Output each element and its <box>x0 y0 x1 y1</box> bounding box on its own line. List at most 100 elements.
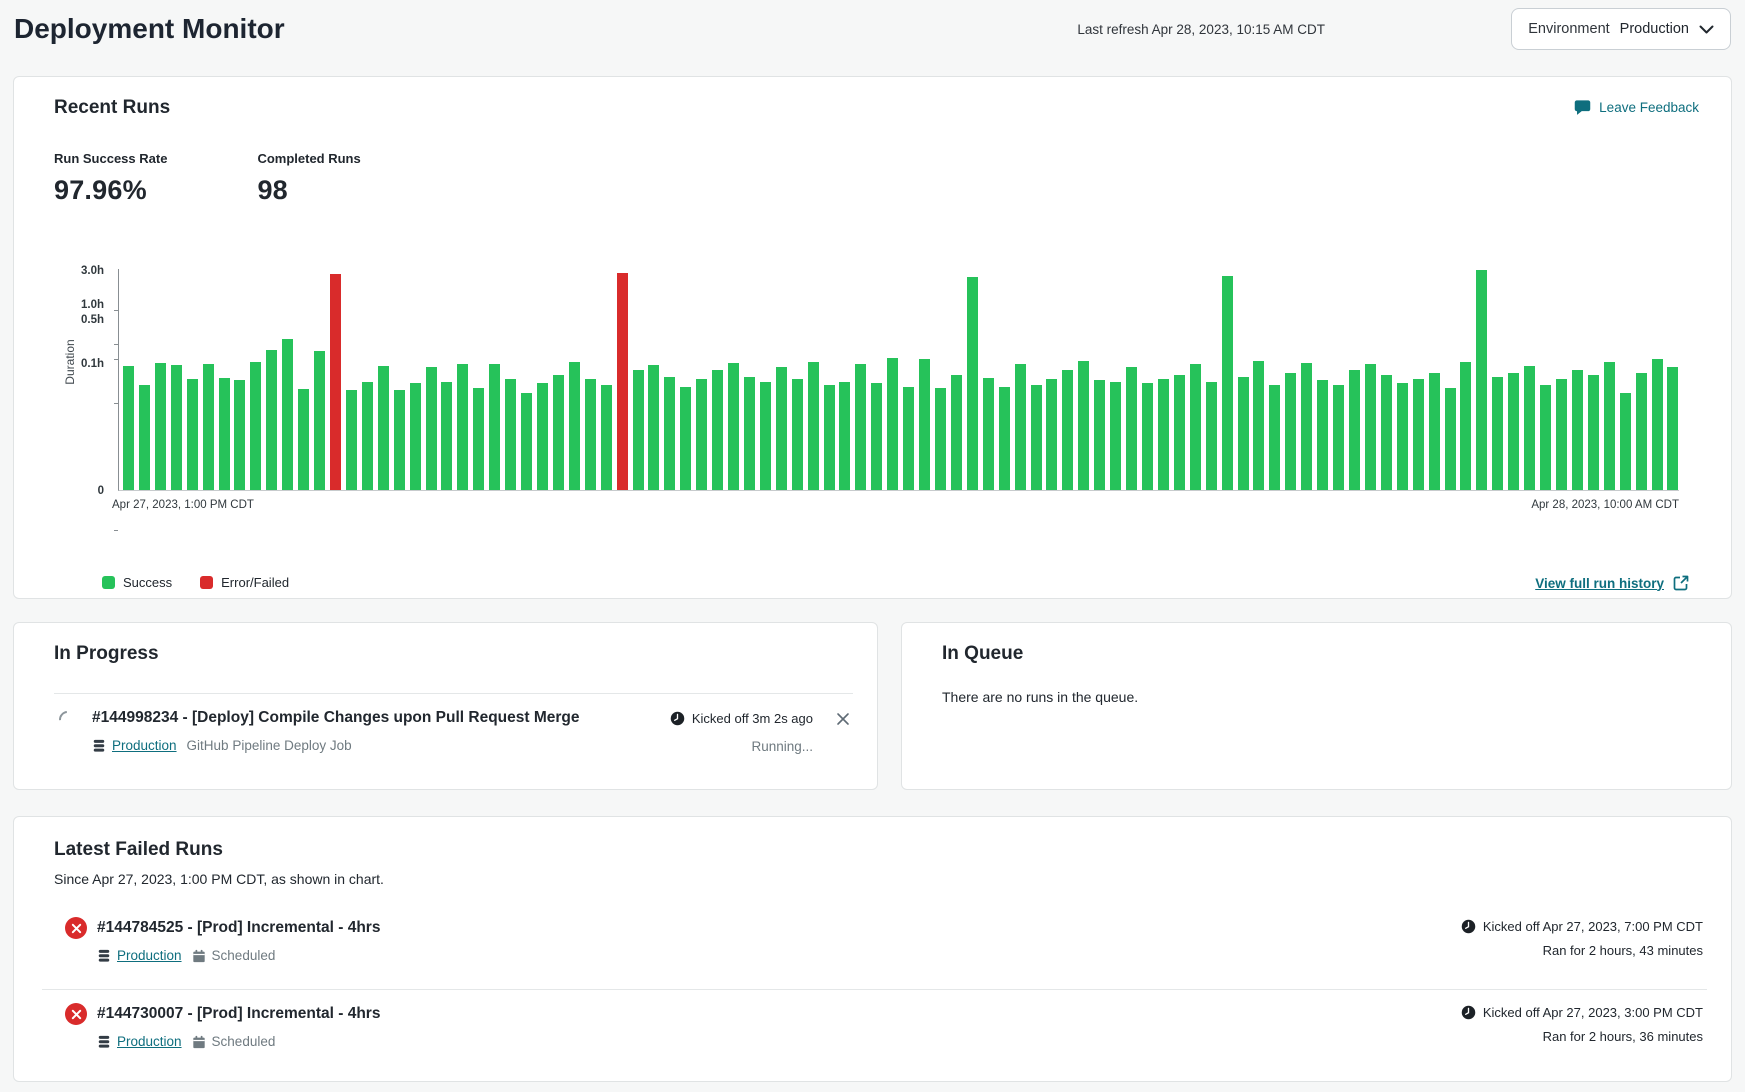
environment-value: Production <box>1620 21 1689 37</box>
chart-bar <box>1142 383 1153 490</box>
chart-bar <box>266 350 277 490</box>
failed-status-icon <box>65 917 87 939</box>
chart-bar <box>903 387 914 490</box>
chart-bar <box>855 364 866 490</box>
stat-success-rate: Run Success Rate 97.96% <box>54 151 167 206</box>
environment-link[interactable]: Production <box>92 738 177 753</box>
clock-icon <box>1461 1005 1476 1020</box>
chart-bar <box>1078 361 1089 490</box>
divider <box>42 989 1707 990</box>
chart-bar <box>951 375 962 490</box>
chart-bar <box>1015 364 1026 490</box>
chart-bar <box>1222 276 1233 490</box>
chart-bar <box>919 359 930 490</box>
chart-bar <box>426 367 437 490</box>
failed-run-times: Kicked off Apr 27, 2023, 3:00 PM CDT Ran… <box>1461 1005 1703 1044</box>
chart-bar <box>1317 380 1328 490</box>
chevron-down-icon <box>1699 25 1714 34</box>
calendar-icon <box>192 949 206 963</box>
trigger-label: Scheduled <box>212 1034 276 1049</box>
chart-bar <box>1667 367 1678 490</box>
chart-bar <box>664 377 675 490</box>
run-meta: Production GitHub Pipeline Deploy Job <box>92 738 580 753</box>
chart-bar <box>824 385 835 490</box>
chart-bar <box>1636 373 1647 490</box>
chart-bar <box>1365 364 1376 490</box>
chart-bar <box>346 390 357 490</box>
chart-bar <box>1652 359 1663 490</box>
database-icon <box>92 739 106 753</box>
y-axis-tick-label: 0 <box>98 485 104 497</box>
chart-bar <box>505 379 516 490</box>
chart-bar <box>1174 375 1185 490</box>
chart-bar <box>983 378 994 490</box>
chart-bar <box>1062 370 1073 490</box>
environment-link-label: Production <box>117 1034 182 1049</box>
chart-bar <box>1620 393 1631 490</box>
chart-bar <box>808 362 819 490</box>
chart-bar <box>744 377 755 490</box>
in-queue-title: In Queue <box>942 643 1023 665</box>
run-title: #144784525 - [Prod] Incremental - 4hrs <box>97 919 380 937</box>
in-progress-card: In Progress #144998234 - [Deploy] Compil… <box>13 622 878 790</box>
leave-feedback-label: Leave Feedback <box>1599 100 1699 115</box>
chart-bar <box>601 385 612 490</box>
environment-link-label: Production <box>117 948 182 963</box>
chart-bar <box>155 363 166 490</box>
chart-bar <box>1190 364 1201 490</box>
stat-value: 98 <box>257 175 360 206</box>
chart-bar <box>362 382 373 490</box>
chart-bar <box>1572 370 1583 490</box>
chart-bar <box>1110 382 1121 490</box>
environment-link[interactable]: Production <box>97 948 182 963</box>
failed-status-icon <box>65 1003 87 1025</box>
view-full-history-link[interactable]: View full run history <box>1535 575 1689 591</box>
chart-bar <box>123 366 134 490</box>
chart-plot <box>118 269 1679 491</box>
duration-chart: Duration 00.1h0.5h1.0h3.0h Apr 27, 2023,… <box>54 269 1679 531</box>
close-icon[interactable] <box>835 711 851 727</box>
page-title: Deployment Monitor <box>14 13 285 45</box>
environment-label: Environment <box>1528 21 1609 37</box>
chart-bar <box>712 370 723 490</box>
database-icon <box>97 1035 111 1049</box>
in-progress-right-meta: Kicked off 3m 2s ago Running... <box>670 711 813 754</box>
chart-bar <box>1046 379 1057 490</box>
chat-bubble-icon <box>1574 99 1591 116</box>
ran-for-label: Ran for 2 hours, 43 minutes <box>1461 943 1703 958</box>
spinner-icon <box>56 708 80 732</box>
database-icon <box>97 949 111 963</box>
latest-failed-subtitle: Since Apr 27, 2023, 1:00 PM CDT, as show… <box>54 871 384 887</box>
legend-label: Success <box>123 575 172 590</box>
kicked-off-label: Kicked off 3m 2s ago <box>692 711 813 726</box>
leave-feedback-link[interactable]: Leave Feedback <box>1574 99 1699 116</box>
chart-bar <box>171 365 182 490</box>
chart-bar <box>1445 388 1456 490</box>
in-progress-title: In Progress <box>54 643 159 665</box>
chart-bar <box>457 364 468 490</box>
y-axis-tick-label: 3.0h <box>81 265 104 277</box>
chart-bar <box>1381 375 1392 490</box>
chart-bar <box>1238 377 1249 490</box>
chart-bar <box>250 362 261 490</box>
chart-bar <box>728 363 739 490</box>
chart-bar <box>680 387 691 490</box>
failed-run-row: #144784525 - [Prod] Incremental - 4hrs P… <box>54 917 1703 979</box>
legend-item: Success <box>102 575 172 590</box>
y-axis-labels: 00.1h0.5h1.0h3.0h <box>54 269 112 491</box>
chart-bar <box>1031 385 1042 490</box>
y-axis-tick-mark <box>114 359 118 360</box>
chart-bar <box>935 388 946 490</box>
environment-link[interactable]: Production <box>97 1034 182 1049</box>
chart-bar <box>314 351 325 490</box>
chart-bar <box>696 379 707 490</box>
stat-completed-runs: Completed Runs 98 <box>257 151 360 206</box>
chart-bar <box>569 362 580 490</box>
chart-bar <box>617 273 628 490</box>
kicked-off: Kicked off Apr 27, 2023, 3:00 PM CDT <box>1461 1005 1703 1020</box>
chart-bar <box>139 385 150 490</box>
environment-dropdown[interactable]: Environment Production <box>1511 8 1731 50</box>
chart-bar <box>378 366 389 490</box>
y-axis-tick-mark <box>114 310 118 311</box>
stats-row: Run Success Rate 97.96% Completed Runs 9… <box>54 151 361 206</box>
